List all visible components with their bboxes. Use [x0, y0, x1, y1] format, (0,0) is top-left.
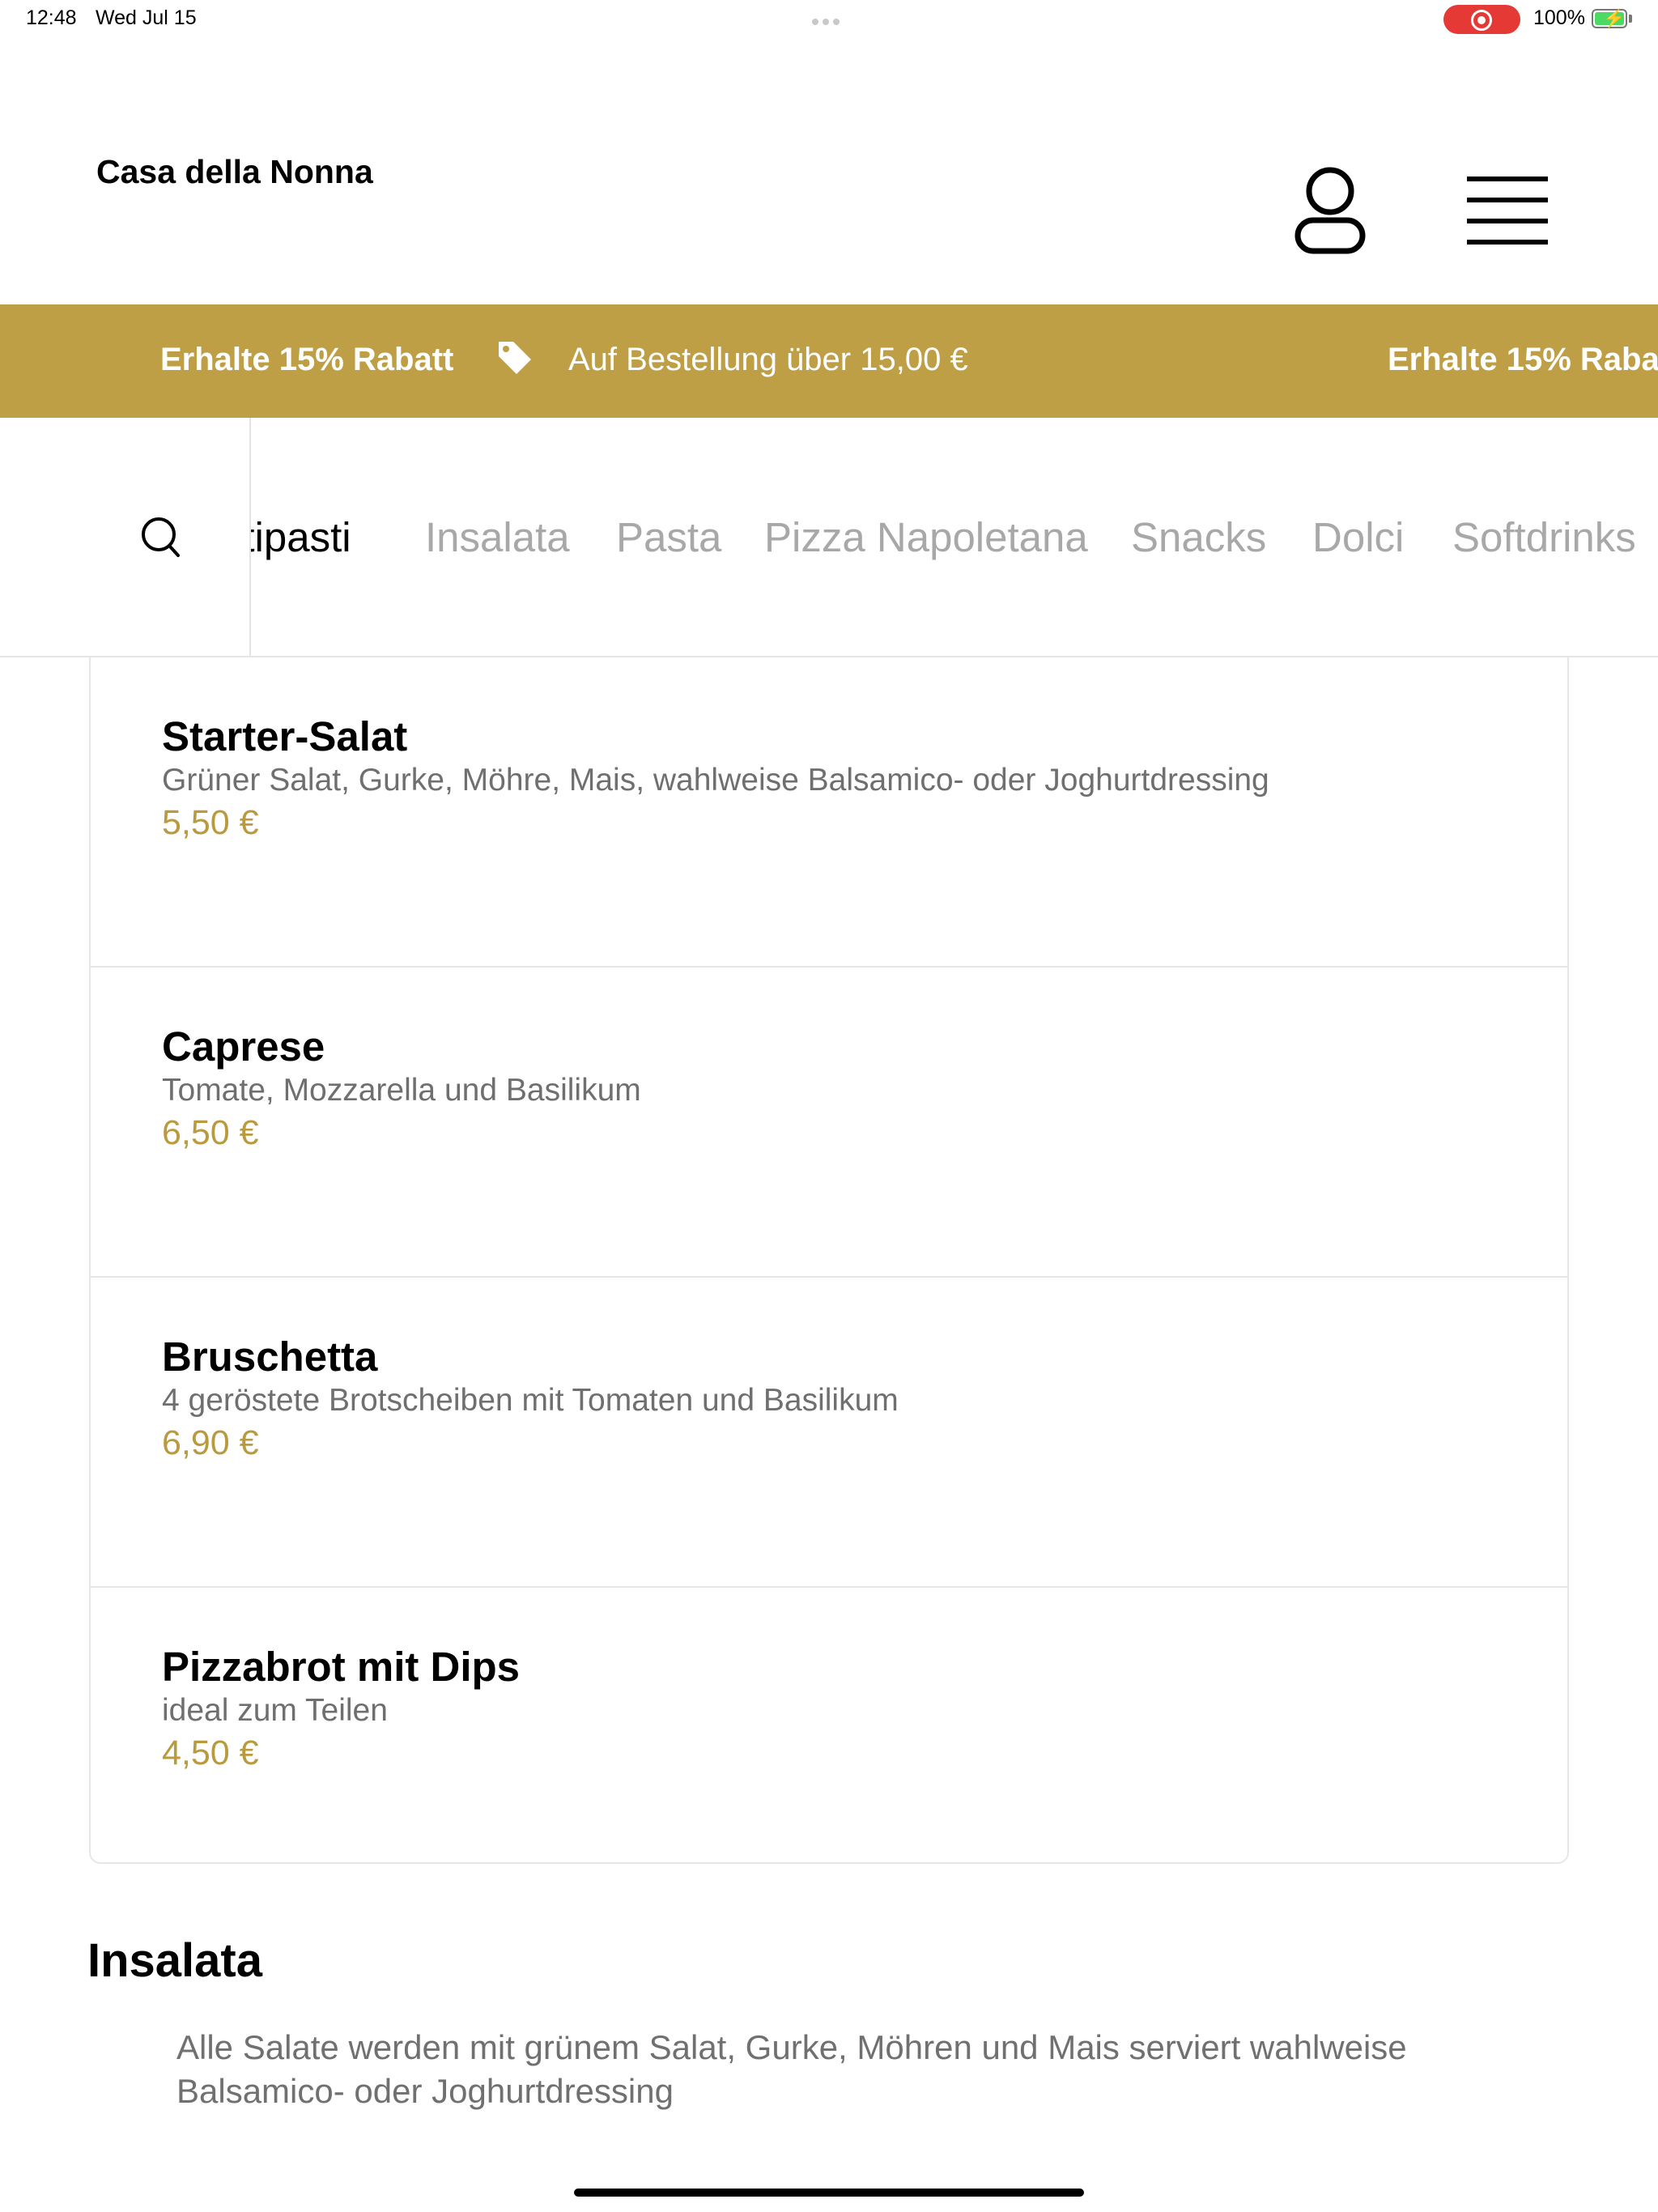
item-price: 6,50 €	[162, 1113, 259, 1152]
search-button[interactable]	[0, 418, 251, 656]
tab-snacks[interactable]: Snacks	[1131, 513, 1266, 561]
section-description: Alle Salate werden mit grünem Salat, Gur…	[176, 2028, 1407, 2110]
menu-items-card: Starter-Salat Grüner Salat, Gurke, Möhre…	[89, 657, 1569, 1864]
menu-item[interactable]: Bruschetta 4 geröstete Brotscheiben mit …	[91, 1278, 1567, 1588]
menu-item[interactable]: Starter-Salat Grüner Salat, Gurke, Möhre…	[91, 657, 1567, 968]
battery-nub	[1629, 15, 1632, 23]
status-bar: 12:48 Wed Jul 15 100% ⚡	[0, 0, 1658, 39]
item-price: 6,90 €	[162, 1423, 259, 1462]
item-description: ideal zum Teilen	[162, 1693, 388, 1728]
battery-icon: ⚡	[1592, 9, 1627, 28]
promo-headline-repeat: Erhalte 15% Raba	[1388, 342, 1658, 377]
tab-insalata[interactable]: Insalata	[425, 513, 570, 561]
item-name: Pizzabrot mit Dips	[162, 1644, 521, 1690]
home-indicator[interactable]	[574, 2189, 1084, 2197]
menu-item[interactable]: Caprese Tomate, Mozzarella und Basilikum…	[91, 968, 1567, 1278]
item-name: Bruschetta	[162, 1334, 378, 1380]
tab-pizza-napoletana[interactable]: Pizza Napoletana	[764, 513, 1088, 561]
item-name: Starter-Salat	[162, 713, 408, 759]
app-header: Casa della Nonna	[0, 39, 1658, 304]
menu-item[interactable]: Pizzabrot mit Dips ideal zum Teilen 4,50…	[91, 1588, 1567, 1862]
status-date: Wed Jul 15	[96, 6, 197, 29]
screen-recording-icon[interactable]	[1443, 5, 1520, 34]
price-tag-icon	[499, 342, 531, 374]
user-icon[interactable]	[1294, 167, 1367, 256]
tab-pasta[interactable]: Pasta	[616, 513, 721, 561]
item-price: 5,50 €	[162, 803, 259, 842]
item-description: Tomate, Mozzarella und Basilikum	[162, 1073, 641, 1108]
search-icon[interactable]	[139, 515, 181, 560]
promo-headline: Erhalte 15% Rabatt	[160, 342, 454, 377]
promo-banner: Erhalte 15% Rabatt Auf Bestellung über 1…	[0, 304, 1658, 418]
item-description: Grüner Salat, Gurke, Möhre, Mais, wahlwe…	[162, 763, 1269, 798]
category-nav: ntipasti Insalata Pasta Pizza Napoletana…	[0, 418, 1658, 657]
tab-dolci[interactable]: Dolci	[1312, 513, 1404, 561]
section-title: Insalata	[87, 1934, 262, 1987]
item-price: 4,50 €	[162, 1733, 259, 1772]
tab-softdrinks[interactable]: Softdrinks	[1452, 513, 1636, 561]
multitasking-dots-icon[interactable]	[812, 15, 846, 25]
battery-percentage: 100%	[1533, 6, 1585, 29]
restaurant-name[interactable]: Casa della Nonna	[96, 153, 373, 191]
item-description: 4 geröstete Brotscheiben mit Tomaten und…	[162, 1383, 899, 1418]
item-name: Caprese	[162, 1023, 325, 1070]
status-time: 12:48	[26, 6, 77, 29]
hamburger-menu-icon[interactable]	[1467, 177, 1548, 245]
promo-subtext: Auf Bestellung über 15,00 €	[568, 342, 968, 377]
